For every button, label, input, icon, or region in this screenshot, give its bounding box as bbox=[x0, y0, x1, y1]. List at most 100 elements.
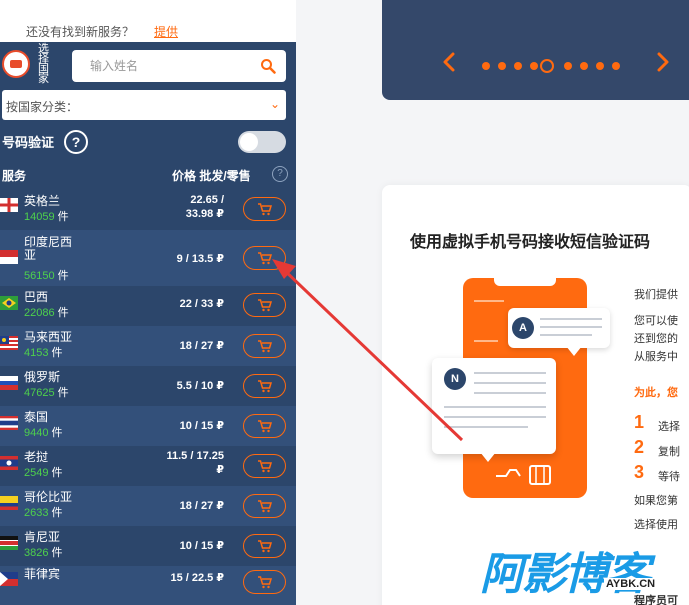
buy-button[interactable] bbox=[243, 334, 286, 358]
stock-count: 22086 件 bbox=[24, 304, 69, 320]
phone-deco-line bbox=[474, 340, 498, 342]
philippines-flag-icon bbox=[0, 572, 18, 586]
price: 11.5 / 17.25 ₽ bbox=[167, 449, 225, 477]
carousel-dot[interactable] bbox=[514, 62, 522, 70]
header-service: 服务 bbox=[2, 169, 27, 183]
price-line-1: 9 / 13.5 ₽ bbox=[176, 253, 224, 265]
cart-icon bbox=[258, 380, 273, 393]
carousel-dot[interactable] bbox=[482, 62, 490, 70]
stock-unit: 件 bbox=[51, 547, 63, 559]
buy-button[interactable] bbox=[243, 374, 286, 398]
price: 10 / 15 ₽ bbox=[180, 419, 224, 433]
stock-unit: 件 bbox=[57, 211, 69, 223]
verify-help-icon[interactable]: ? bbox=[64, 130, 88, 154]
info-card-title: 使用虚拟手机号码接收短信验证码 bbox=[410, 234, 651, 251]
price: 9 / 13.5 ₽ bbox=[177, 252, 224, 266]
phone-notch bbox=[494, 278, 556, 286]
message-bubble-n: N bbox=[432, 358, 556, 454]
header-price: 价格 批发/零售 bbox=[172, 169, 251, 183]
service-row[interactable]: 哥伦比亚 2633 件 18 / 27 ₽ bbox=[0, 486, 296, 526]
bubble-line bbox=[444, 416, 546, 418]
bubble-line bbox=[540, 318, 602, 320]
carousel-dot[interactable] bbox=[564, 62, 572, 70]
country-name: 肯尼亚 bbox=[24, 530, 61, 544]
country-name: 巴西 bbox=[24, 290, 49, 304]
step-text: 复制 bbox=[658, 446, 680, 458]
watermark-logo: 阿影博客 bbox=[480, 550, 650, 599]
cart-icon bbox=[258, 203, 273, 216]
buy-button[interactable] bbox=[243, 197, 286, 221]
bubble-line bbox=[444, 426, 528, 428]
service-list: 英格兰 14059 件 22.65 / 33.98 ₽ 印度尼西亚 56150 件… bbox=[0, 190, 296, 605]
price-line-1: 22 / 33 ₽ bbox=[179, 298, 224, 310]
suggest-service-link[interactable]: 提供 bbox=[154, 23, 178, 40]
stock-unit: 件 bbox=[51, 347, 63, 359]
price-line-1: 11.5 / 17.25 bbox=[166, 450, 225, 462]
chevron-right-icon[interactable] bbox=[656, 52, 670, 72]
stock-unit: 件 bbox=[51, 467, 63, 479]
service-row[interactable]: 老挝 2549 件 11.5 / 17.25 ₽ bbox=[0, 446, 296, 486]
price-help-icon[interactable]: ? bbox=[272, 166, 288, 182]
buy-button[interactable] bbox=[243, 570, 286, 594]
england-flag-icon bbox=[0, 198, 18, 212]
service-row[interactable]: 印度尼西亚 56150 件 9 / 13.5 ₽ bbox=[0, 230, 296, 286]
buy-button[interactable] bbox=[243, 534, 286, 558]
thailand-flag-icon bbox=[0, 416, 18, 430]
stock-count: 3826 件 bbox=[24, 544, 63, 560]
buy-button[interactable] bbox=[243, 293, 286, 317]
search-icon[interactable] bbox=[260, 58, 276, 74]
category-select[interactable]: 按国家分类： ⌄ bbox=[2, 90, 286, 120]
service-panel: 还没有找到新服务？ 提供 选择国家 按国家分类： ⌄ 号码验证 ? 服务 价格 … bbox=[0, 0, 296, 605]
buy-button[interactable] bbox=[243, 246, 286, 270]
carousel-dot[interactable] bbox=[612, 62, 620, 70]
stock-number: 9440 bbox=[24, 427, 49, 439]
country-name: 英格兰 bbox=[24, 194, 61, 208]
carousel-dot[interactable] bbox=[530, 62, 538, 70]
verify-toggle[interactable] bbox=[238, 131, 286, 153]
sim-card-icon bbox=[496, 465, 551, 485]
bubble-line bbox=[474, 382, 546, 384]
step-number: 3 bbox=[634, 462, 645, 482]
bubble-line bbox=[540, 334, 592, 336]
service-row[interactable]: 菲律宾 15 / 22.5 ₽ bbox=[0, 566, 296, 605]
table-header: 服务 价格 批发/零售 ? bbox=[2, 166, 292, 185]
country-select-label[interactable]: 选择国家 bbox=[38, 44, 54, 85]
phone-deco-line bbox=[474, 300, 504, 302]
intro-line: 从服务中 bbox=[634, 351, 678, 363]
intro-line: 还到您的 bbox=[634, 333, 678, 345]
country-name: 印度尼西亚 bbox=[24, 235, 73, 262]
not-found-notice: 还没有找到新服务？ 提供 bbox=[0, 0, 296, 42]
buy-button[interactable] bbox=[243, 454, 286, 478]
service-row[interactable]: 巴西 22086 件 22 / 33 ₽ bbox=[0, 286, 296, 326]
laos-flag-icon bbox=[0, 456, 18, 470]
indonesia-flag-icon bbox=[0, 250, 18, 264]
buy-button[interactable] bbox=[243, 414, 286, 438]
price-line-1: 18 / 27 ₽ bbox=[179, 340, 224, 352]
service-row[interactable]: 泰国 9440 件 10 / 15 ₽ bbox=[0, 406, 296, 446]
carousel-dot[interactable] bbox=[580, 62, 588, 70]
stock-count: 2633 件 bbox=[24, 504, 63, 520]
country-select-icon[interactable] bbox=[2, 50, 30, 78]
country-name: 俄罗斯 bbox=[24, 370, 61, 384]
price: 15 / 22.5 ₽ bbox=[170, 571, 224, 585]
carousel-dot-active[interactable] bbox=[540, 59, 554, 73]
search-input[interactable] bbox=[72, 50, 252, 82]
stock-unit: 件 bbox=[51, 427, 63, 439]
step-number: 2 bbox=[634, 437, 645, 457]
carousel-dot[interactable] bbox=[498, 62, 506, 70]
service-row[interactable]: 肯尼亚 3826 件 10 / 15 ₽ bbox=[0, 526, 296, 566]
step-text: 等待 bbox=[658, 471, 680, 483]
carousel-dot[interactable] bbox=[596, 62, 604, 70]
service-row[interactable]: 马来西亚 4153 件 18 / 27 ₽ bbox=[0, 326, 296, 366]
price: 18 / 27 ₽ bbox=[180, 499, 224, 513]
country-name: 老挝 bbox=[24, 450, 49, 464]
service-row[interactable]: 俄罗斯 47625 件 5.5 / 10 ₽ bbox=[0, 366, 296, 406]
price: 5.5 / 10 ₽ bbox=[177, 379, 224, 393]
service-row[interactable]: 英格兰 14059 件 22.65 / 33.98 ₽ bbox=[0, 190, 296, 230]
avatar-a: A bbox=[512, 317, 534, 339]
buy-button[interactable] bbox=[243, 494, 286, 518]
chevron-left-icon[interactable] bbox=[442, 52, 456, 72]
cart-icon bbox=[258, 540, 273, 553]
stock-count: 56150 件 bbox=[24, 267, 69, 283]
russia-flag-icon bbox=[0, 376, 18, 390]
